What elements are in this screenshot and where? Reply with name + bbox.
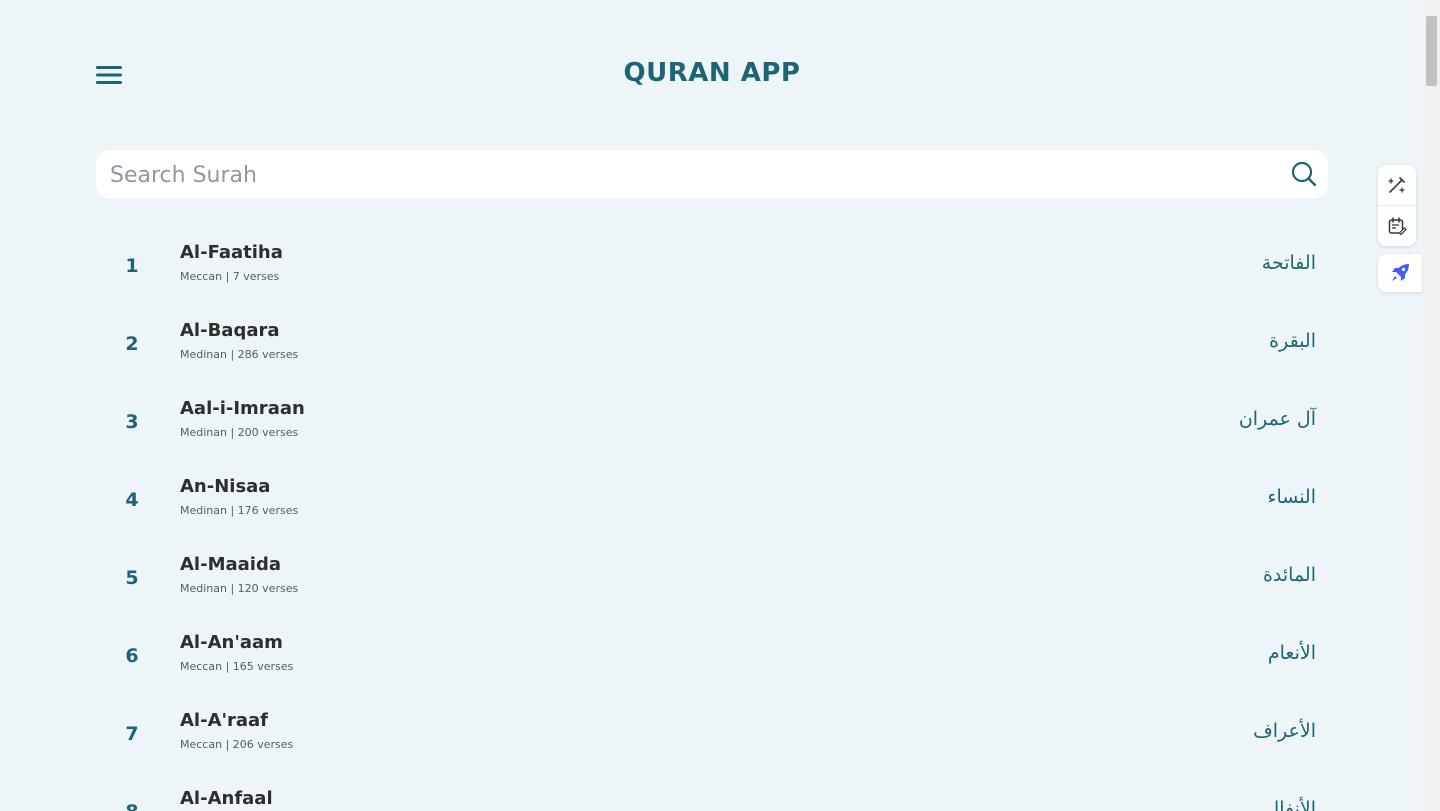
app-title: QURAN APP <box>623 58 801 88</box>
quran-app-page: QURAN APP 1 Al-Faatiha Meccan | 7 verses ال… <box>0 0 1440 811</box>
surah-number: 5 <box>125 567 139 589</box>
surah-meta: Meccan | 7 verses <box>180 270 280 283</box>
surah-arabic-name: البقرة <box>1269 330 1316 352</box>
surah-meta: Meccan | 165 verses <box>180 660 294 673</box>
surah-arabic-name: آل عمران <box>1238 408 1316 430</box>
surah-arabic-name: الأنعام <box>1267 642 1316 664</box>
surah-name: Aal-i-Imraan <box>180 398 305 419</box>
surah-name: Al-A'raaf <box>180 710 269 731</box>
surah-row[interactable]: 2 Al-Baqara Medinan | 286 verses البقرة <box>96 304 1328 382</box>
surah-meta: Medinan | 176 verses <box>180 504 299 517</box>
surah-number: 3 <box>125 411 139 433</box>
surah-row[interactable]: 1 Al-Faatiha Meccan | 7 verses الفاتحة <box>96 226 1328 304</box>
surah-arabic-name: الأنفال <box>1265 798 1316 811</box>
surah-number: 6 <box>125 645 139 667</box>
surah-arabic-name: المائدة <box>1262 564 1316 586</box>
surah-arabic-name: الأعراف <box>1253 720 1316 742</box>
calendar-edit-icon[interactable] <box>1378 205 1416 246</box>
surah-number: 7 <box>125 723 139 745</box>
surah-name: Al-Maaida <box>180 554 281 575</box>
surah-row[interactable]: 3 Aal-i-Imraan Medinan | 200 verses آل عمرا… <box>96 382 1328 460</box>
vertical-scrollbar[interactable] <box>1423 0 1440 811</box>
surah-row[interactable]: 6 Al-An'aam Meccan | 165 verses الأنعام <box>96 616 1328 694</box>
search-icon[interactable] <box>1290 160 1318 188</box>
surah-row[interactable]: 5 Al-Maaida Medinan | 120 verses المائدة <box>96 538 1328 616</box>
surah-name: Al-An'aam <box>180 632 283 653</box>
surah-meta: Medinan | 200 verses <box>180 426 299 439</box>
surah-number: 8 <box>124 801 140 811</box>
surah-row[interactable]: 8 Al-Anfaal الأنفال <box>96 772 1328 811</box>
surah-name: Al-Anfaal <box>180 788 273 809</box>
surah-arabic-name: النساء <box>1267 486 1316 508</box>
surah-name: Al-Baqara <box>180 320 280 341</box>
surah-list: 1 Al-Faatiha Meccan | 7 verses الفاتحة 2 Al-B… <box>96 226 1328 811</box>
surah-arabic-name: الفاتحة <box>1261 252 1316 274</box>
side-toolbar <box>1378 165 1416 246</box>
search-input[interactable] <box>108 150 1272 200</box>
surah-name: An-Nisaa <box>180 476 271 497</box>
surah-row[interactable]: 7 Al-A'raaf Meccan | 206 verses الأعراف <box>96 694 1328 772</box>
rocket-icon[interactable] <box>1378 254 1422 292</box>
surah-number: 4 <box>125 489 139 511</box>
surah-row[interactable]: 4 An-Nisaa Medinan | 176 verses النساء <box>96 460 1328 538</box>
surah-number: 2 <box>125 333 139 355</box>
search-bar <box>96 150 1328 200</box>
app-header: QURAN APP <box>96 50 1328 102</box>
magic-pen-icon[interactable] <box>1378 165 1416 205</box>
surah-meta: Meccan | 206 verses <box>180 738 294 751</box>
surah-meta: Medinan | 120 verses <box>180 582 299 595</box>
surah-meta: Medinan | 286 verses <box>180 348 299 361</box>
surah-number: 1 <box>125 255 139 277</box>
scrollbar-thumb[interactable] <box>1426 16 1437 86</box>
surah-name: Al-Faatiha <box>180 242 283 263</box>
